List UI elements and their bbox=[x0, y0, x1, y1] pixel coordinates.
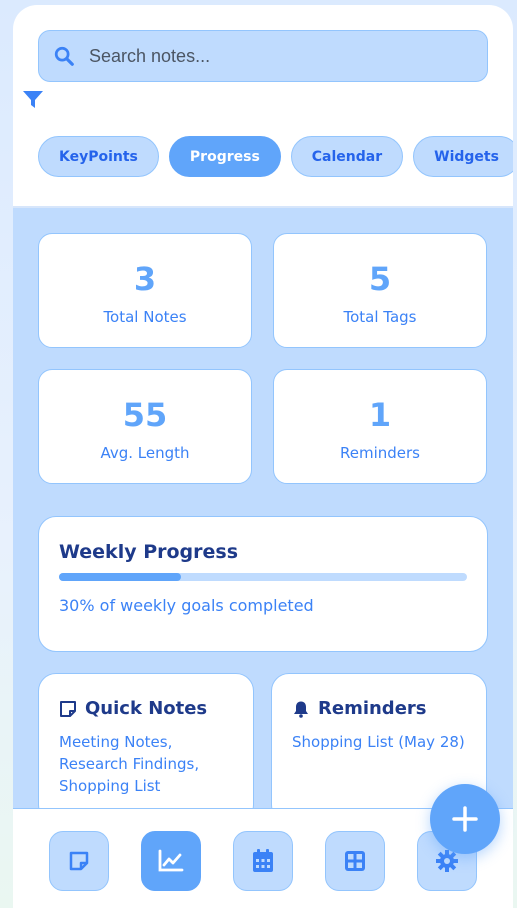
chart-icon bbox=[158, 849, 184, 872]
tab-progress[interactable]: Progress bbox=[168, 136, 281, 177]
filter-icon[interactable] bbox=[22, 90, 44, 110]
quick-notes-card[interactable]: Quick Notes Meeting Notes, Research Find… bbox=[38, 673, 254, 823]
tab-bar: KeyPoints Progress Calendar Widgets bbox=[38, 136, 513, 177]
stat-value: 3 bbox=[133, 260, 157, 298]
weekly-progress-card: Weekly Progress 30% of weekly goals comp… bbox=[38, 516, 488, 652]
quick-note-item[interactable]: Meeting Notes, bbox=[59, 731, 239, 753]
stat-avg-length: 55 Avg. Length bbox=[38, 369, 252, 484]
grid-icon bbox=[345, 851, 365, 871]
reminder-item[interactable]: Shopping List (May 28) bbox=[292, 731, 472, 753]
note-icon bbox=[60, 700, 76, 717]
tab-calendar[interactable]: Calendar bbox=[290, 136, 404, 177]
plus-icon bbox=[452, 806, 478, 832]
reminders-header: Reminders bbox=[292, 698, 427, 719]
stat-value: 55 bbox=[122, 396, 168, 434]
stat-label: Avg. Length bbox=[100, 444, 190, 462]
tab-widgets[interactable]: Widgets bbox=[413, 136, 513, 177]
search-input[interactable] bbox=[89, 31, 479, 81]
weekly-progress-caption: 30% of weekly goals completed bbox=[59, 596, 314, 615]
quick-note-item[interactable]: Shopping List bbox=[59, 775, 239, 797]
progress-panel: 3 Total Notes 5 Total Tags 55 Avg. Lengt… bbox=[13, 208, 513, 823]
nav-notes-button[interactable] bbox=[49, 831, 109, 891]
stat-label: Total Notes bbox=[103, 308, 187, 326]
nav-calendar-button[interactable] bbox=[233, 831, 293, 891]
calendar-icon bbox=[253, 849, 273, 872]
quick-note-item[interactable]: Research Findings, bbox=[59, 753, 239, 775]
stat-reminders: 1 Reminders bbox=[273, 369, 487, 484]
tab-keypoints[interactable]: KeyPoints bbox=[38, 136, 159, 177]
note-icon bbox=[69, 851, 89, 871]
quick-notes-list: Meeting Notes, Research Findings, Shoppi… bbox=[59, 731, 239, 797]
stat-value: 1 bbox=[368, 396, 392, 434]
stat-total-tags: 5 Total Tags bbox=[273, 233, 487, 348]
quick-notes-title: Quick Notes bbox=[85, 698, 208, 719]
search-icon bbox=[54, 46, 74, 66]
stat-value: 5 bbox=[368, 260, 392, 298]
quick-notes-header: Quick Notes bbox=[59, 698, 207, 719]
nav-progress-button[interactable] bbox=[141, 831, 201, 891]
add-note-button[interactable] bbox=[430, 784, 500, 854]
nav-widgets-button[interactable] bbox=[325, 831, 385, 891]
weekly-progress-fill bbox=[59, 573, 182, 581]
weekly-progress-bar bbox=[59, 573, 467, 581]
bell-icon bbox=[294, 701, 308, 718]
weekly-progress-title: Weekly Progress bbox=[59, 541, 239, 563]
reminders-title: Reminders bbox=[318, 698, 427, 719]
reminders-list: Shopping List (May 28) bbox=[292, 731, 472, 753]
search-bar[interactable] bbox=[38, 30, 488, 82]
stat-label: Total Tags bbox=[343, 308, 417, 326]
stat-total-notes: 3 Total Notes bbox=[38, 233, 252, 348]
app-window: KeyPoints Progress Calendar Widgets 3 To… bbox=[13, 5, 513, 908]
stat-label: Reminders bbox=[340, 444, 420, 462]
